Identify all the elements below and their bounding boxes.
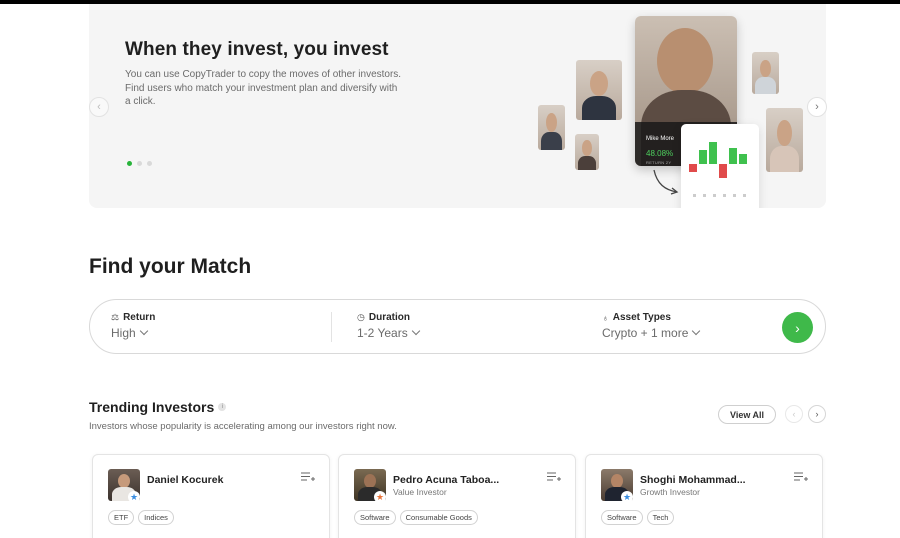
tag-list: Software Tech bbox=[601, 510, 675, 525]
scale-icon: ⚖ bbox=[111, 312, 120, 322]
investor-photo bbox=[576, 60, 622, 120]
investor-name: Shoghi Mohammad... bbox=[640, 474, 746, 486]
featured-investor-return: 48.08% bbox=[646, 149, 674, 158]
investor-card[interactable]: ★ Daniel Kocurek ETF Indices bbox=[92, 454, 330, 538]
chevron-right-icon: › bbox=[815, 101, 819, 113]
trending-subtitle: Investors whose popularity is accelerati… bbox=[89, 421, 397, 432]
duration-value: 1-2 Years bbox=[357, 326, 408, 340]
duration-filter[interactable]: ◷ Duration 1-2 Years bbox=[357, 312, 420, 340]
add-to-watchlist-icon[interactable] bbox=[301, 472, 315, 482]
return-label: Return bbox=[123, 312, 156, 323]
hero-description: You can use CopyTrader to copy the moves… bbox=[125, 69, 402, 107]
tag[interactable]: Software bbox=[601, 510, 643, 525]
investor-photo bbox=[752, 52, 779, 94]
star-badge-icon: ★ bbox=[621, 491, 633, 503]
match-filter-bar: ⚖ Return High ◷ Duration 1-2 Years ♁ Asset … bbox=[89, 299, 826, 354]
chevron-down-icon bbox=[411, 326, 420, 336]
return-filter[interactable]: ⚖ Return High bbox=[111, 312, 155, 340]
view-all-button[interactable]: View All bbox=[718, 405, 776, 424]
investor-photo bbox=[538, 105, 565, 150]
hero-prev-button[interactable]: ‹ bbox=[89, 97, 109, 117]
chevron-down-icon bbox=[692, 326, 701, 336]
investor-role: Growth Investor bbox=[640, 487, 700, 497]
clock-icon: ◷ bbox=[357, 312, 365, 322]
star-badge-icon: ★ bbox=[374, 491, 386, 503]
carousel-dot-3[interactable] bbox=[147, 161, 152, 166]
duration-label: Duration bbox=[368, 312, 410, 323]
tag[interactable]: Tech bbox=[646, 510, 675, 525]
investor-card[interactable]: ★ Pedro Acuna Taboa... Value Investor So… bbox=[338, 454, 576, 538]
tag[interactable]: ETF bbox=[108, 510, 135, 525]
chevron-down-icon bbox=[139, 326, 148, 336]
asset-icon: ♁ bbox=[602, 312, 609, 323]
hero-title: When they invest, you invest bbox=[125, 39, 389, 60]
hero-banner: When they invest, you invest You can use… bbox=[89, 4, 826, 208]
trending-next-button[interactable]: › bbox=[808, 405, 826, 423]
trending-title: Trending Investors i bbox=[89, 399, 227, 415]
featured-investor-name: Mike More bbox=[646, 136, 675, 142]
return-value: High bbox=[111, 326, 136, 340]
tag-list: Software Consumable Goods bbox=[354, 510, 478, 525]
investor-name: Pedro Acuna Taboa... bbox=[393, 474, 500, 486]
investor-card[interactable]: ★ Shoghi Mohammad... Growth Investor Sof… bbox=[585, 454, 823, 538]
add-to-watchlist-icon[interactable] bbox=[794, 472, 808, 482]
hero-next-button[interactable]: › bbox=[807, 97, 827, 117]
arrow-right-icon: › bbox=[795, 319, 800, 336]
trending-prev-button[interactable]: ‹ bbox=[785, 405, 803, 423]
trending-title-text: Trending Investors bbox=[89, 399, 215, 415]
investor-photo bbox=[575, 134, 599, 170]
investor-name: Daniel Kocurek bbox=[147, 474, 224, 486]
investor-photo bbox=[766, 108, 803, 172]
tag[interactable]: Software bbox=[354, 510, 396, 525]
tag-list: ETF Indices bbox=[108, 510, 174, 525]
investor-role: Value Investor bbox=[393, 487, 447, 497]
match-submit-button[interactable]: › bbox=[782, 312, 813, 343]
chevron-left-icon: ‹ bbox=[792, 409, 796, 419]
carousel-dots bbox=[127, 161, 152, 166]
asset-types-value: Crypto + 1 more bbox=[602, 326, 689, 340]
tag[interactable]: Consumable Goods bbox=[399, 510, 478, 525]
tag[interactable]: Indices bbox=[138, 510, 174, 525]
star-badge-icon: ★ bbox=[128, 491, 140, 503]
mini-performance-chart bbox=[681, 124, 759, 208]
find-match-title: Find your Match bbox=[89, 255, 252, 278]
chevron-left-icon: ‹ bbox=[97, 101, 101, 113]
info-icon[interactable]: i bbox=[218, 403, 227, 411]
curved-arrow-icon bbox=[653, 169, 679, 195]
asset-types-filter[interactable]: ♁ Asset Types Crypto + 1 more bbox=[602, 312, 701, 340]
divider bbox=[331, 312, 332, 342]
carousel-dot-1[interactable] bbox=[127, 161, 132, 166]
carousel-dot-2[interactable] bbox=[137, 161, 142, 166]
featured-return-label: RETURN 2Y bbox=[646, 160, 672, 165]
add-to-watchlist-icon[interactable] bbox=[547, 472, 561, 482]
asset-types-label: Asset Types bbox=[612, 312, 671, 323]
chevron-right-icon: › bbox=[815, 409, 819, 419]
